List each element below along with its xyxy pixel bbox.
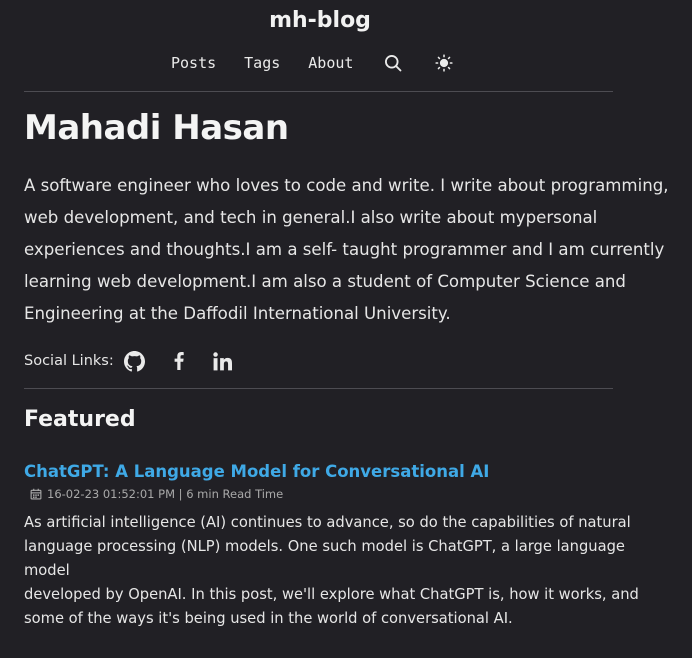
nav-tags[interactable]: Tags xyxy=(244,50,280,76)
post-title-link[interactable]: ChatGPT: A Language Model for Conversati… xyxy=(24,462,489,481)
github-icon[interactable] xyxy=(124,350,146,372)
featured-heading: Featured xyxy=(24,407,136,432)
calendar-icon xyxy=(30,488,42,500)
bio-line: experiences and thoughts.I am a self- ta… xyxy=(24,240,665,259)
bio-line: A software engineer who loves to code an… xyxy=(24,176,669,195)
excerpt-line: language processing (NLP) models. One su… xyxy=(24,538,625,579)
bio-line: web development, and tech in general.I a… xyxy=(24,208,598,227)
site-title[interactable]: mh-blog xyxy=(0,8,640,33)
main-nav: Posts Tags About xyxy=(171,50,483,76)
social-links-label: Social Links: xyxy=(24,353,114,369)
excerpt-line: developed by OpenAI. In this post, we'll… xyxy=(24,586,639,603)
header-divider xyxy=(24,91,613,92)
bio-line: Engineering at the Daffodil Internationa… xyxy=(24,304,451,323)
bio-line: learning web development.I am also a stu… xyxy=(24,272,626,291)
nav-about[interactable]: About xyxy=(308,50,353,76)
social-links: Social Links: xyxy=(24,347,256,375)
linkedin-icon[interactable] xyxy=(212,350,234,372)
post-excerpt: As artificial intelligence (AI) continue… xyxy=(24,511,674,631)
search-icon[interactable] xyxy=(381,51,405,75)
author-name: Mahadi Hasan xyxy=(24,108,289,148)
excerpt-line: some of the ways it's being used in the … xyxy=(24,610,513,627)
post-meta: 16-02-23 01:52:01 PM | 6 min Read Time xyxy=(30,487,283,501)
section-divider xyxy=(24,388,613,389)
facebook-icon[interactable] xyxy=(168,350,190,372)
sun-icon[interactable] xyxy=(432,51,456,75)
excerpt-line: As artificial intelligence (AI) continue… xyxy=(24,514,631,531)
author-bio: A software engineer who loves to code an… xyxy=(24,170,674,330)
page: mh-blog Posts Tags About Mahadi Hasan A … xyxy=(0,0,692,658)
nav-posts[interactable]: Posts xyxy=(171,50,216,76)
post-meta-text: 16-02-23 01:52:01 PM | 6 min Read Time xyxy=(47,487,284,501)
